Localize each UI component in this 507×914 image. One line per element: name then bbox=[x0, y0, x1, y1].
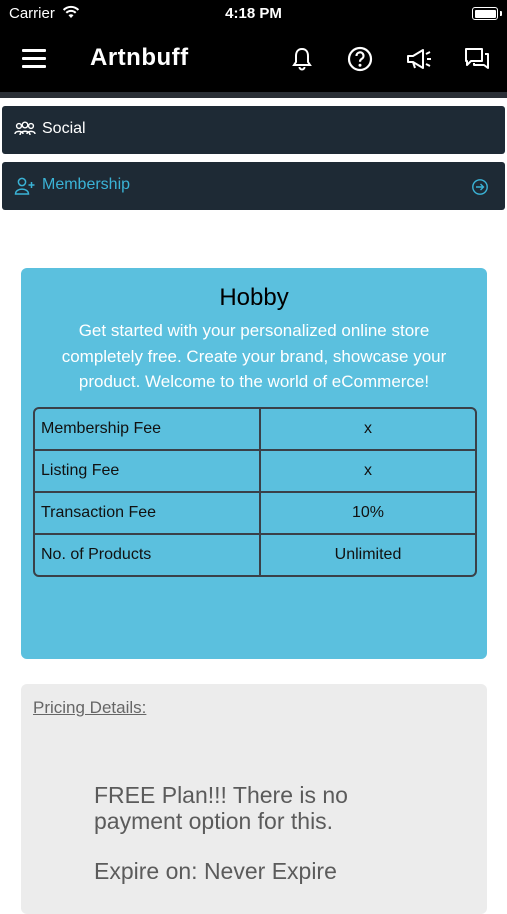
app-title: Artnbuff bbox=[90, 44, 189, 71]
status-time: 4:18 PM bbox=[225, 5, 282, 22]
membership-label: Membership bbox=[42, 176, 131, 193]
fee-table: Membership Fee x Listing Fee x Transacti… bbox=[33, 407, 477, 577]
user-plus-icon bbox=[14, 177, 35, 195]
battery-tip bbox=[500, 11, 502, 16]
arrow-circle-right-icon[interactable] bbox=[471, 178, 489, 196]
social-section[interactable]: Social bbox=[2, 106, 505, 154]
megaphone-icon[interactable] bbox=[404, 44, 434, 74]
fee-label: Transaction Fee bbox=[35, 493, 261, 533]
chat-icon[interactable] bbox=[462, 44, 492, 74]
fee-label: Listing Fee bbox=[35, 451, 261, 491]
fee-value: 10% bbox=[351, 504, 385, 521]
pricing-body: FREE Plan!!! There is no payment option … bbox=[94, 782, 348, 834]
expire-text: Expire on: Never Expire bbox=[94, 858, 337, 884]
fee-value: x bbox=[364, 420, 372, 437]
pricing-title: Pricing Details: bbox=[33, 698, 147, 717]
bell-icon[interactable] bbox=[287, 44, 317, 74]
social-label: Social bbox=[42, 120, 86, 137]
fee-value: x bbox=[364, 462, 372, 479]
help-icon[interactable] bbox=[345, 44, 375, 74]
membership-section[interactable]: Membership bbox=[2, 162, 505, 210]
fee-label: No. of Products bbox=[35, 535, 261, 575]
fee-label: Membership Fee bbox=[35, 409, 261, 449]
table-row: Transaction Fee 10% bbox=[35, 493, 475, 535]
header-shadow bbox=[0, 92, 507, 98]
plan-title: Hobby bbox=[219, 284, 289, 311]
battery-icon bbox=[472, 7, 498, 20]
plan-card: Hobby Get started with your personalized… bbox=[21, 268, 487, 659]
pricing-card: Pricing Details: FREE Plan!!! There is n… bbox=[21, 684, 487, 914]
menu-icon[interactable] bbox=[22, 48, 48, 70]
app-header: Artnbuff bbox=[0, 28, 507, 92]
status-bar: Carrier 4:18 PM bbox=[0, 0, 507, 28]
plan-description: Get started with your personalized onlin… bbox=[61, 321, 447, 391]
table-row: Listing Fee x bbox=[35, 451, 475, 493]
table-row: No. of Products Unlimited bbox=[35, 535, 475, 575]
fee-value: Unlimited bbox=[334, 546, 402, 563]
table-row: Membership Fee x bbox=[35, 409, 475, 451]
users-icon bbox=[14, 121, 36, 136]
